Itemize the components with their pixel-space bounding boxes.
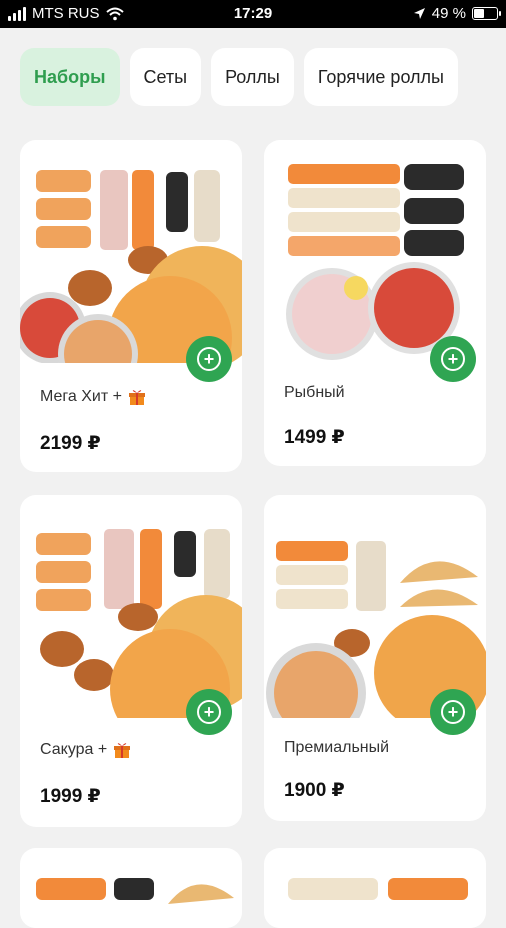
plus-icon: + (441, 700, 465, 724)
location-arrow-icon (413, 8, 425, 19)
product-photo (264, 513, 486, 718)
status-bar: MTS RUS 17:29 49 % (0, 0, 506, 28)
tab-rolls[interactable]: Роллы (211, 48, 294, 106)
gift-icon (128, 390, 145, 405)
battery-percent: 49 % (431, 5, 466, 22)
plus-icon: + (441, 347, 465, 371)
product-card[interactable] (20, 848, 242, 928)
product-name: Премиальный (284, 739, 390, 756)
product-name: Мега Хит + (40, 388, 122, 405)
product-photo (20, 513, 242, 718)
product-photo (264, 874, 486, 928)
product-name-row: Мега Хит + (40, 388, 146, 406)
product-card[interactable]: + Рыбный 1499 ₽ (264, 140, 486, 466)
product-name: Сакура + (40, 741, 108, 758)
product-name-row: Премиальный (284, 739, 389, 757)
add-to-cart-button[interactable]: + (430, 336, 476, 382)
gift-icon (114, 743, 131, 758)
product-name: Рыбный (284, 384, 345, 401)
product-name-row: Сакура + (40, 741, 131, 759)
product-price: 1999 ₽ (40, 786, 101, 807)
product-photo (20, 874, 242, 928)
category-tabs: Наборы Сеты Роллы Горячие роллы (20, 48, 458, 106)
product-price: 1499 ₽ (284, 427, 345, 448)
product-card[interactable]: + Сакура + 1999 ₽ (20, 495, 242, 827)
add-to-cart-button[interactable]: + (186, 689, 232, 735)
add-to-cart-button[interactable]: + (186, 336, 232, 382)
plus-icon: + (197, 700, 221, 724)
product-card[interactable]: + Мега Хит + 2199 ₽ (20, 140, 242, 472)
tab-sets-bundles[interactable]: Наборы (20, 48, 120, 106)
status-right: 49 % (413, 5, 501, 22)
product-card[interactable]: + Премиальный 1900 ₽ (264, 495, 486, 821)
add-to-cart-button[interactable]: + (430, 689, 476, 735)
battery-icon (472, 7, 501, 20)
product-price: 1900 ₽ (284, 780, 345, 801)
tab-sets[interactable]: Сеты (129, 48, 202, 106)
product-card[interactable] (264, 848, 486, 928)
product-name-row: Рыбный (284, 384, 345, 402)
product-photo (264, 158, 486, 363)
product-photo (20, 158, 242, 363)
product-price: 2199 ₽ (40, 433, 101, 454)
tab-hot-rolls[interactable]: Горячие роллы (303, 48, 458, 106)
plus-icon: + (197, 347, 221, 371)
